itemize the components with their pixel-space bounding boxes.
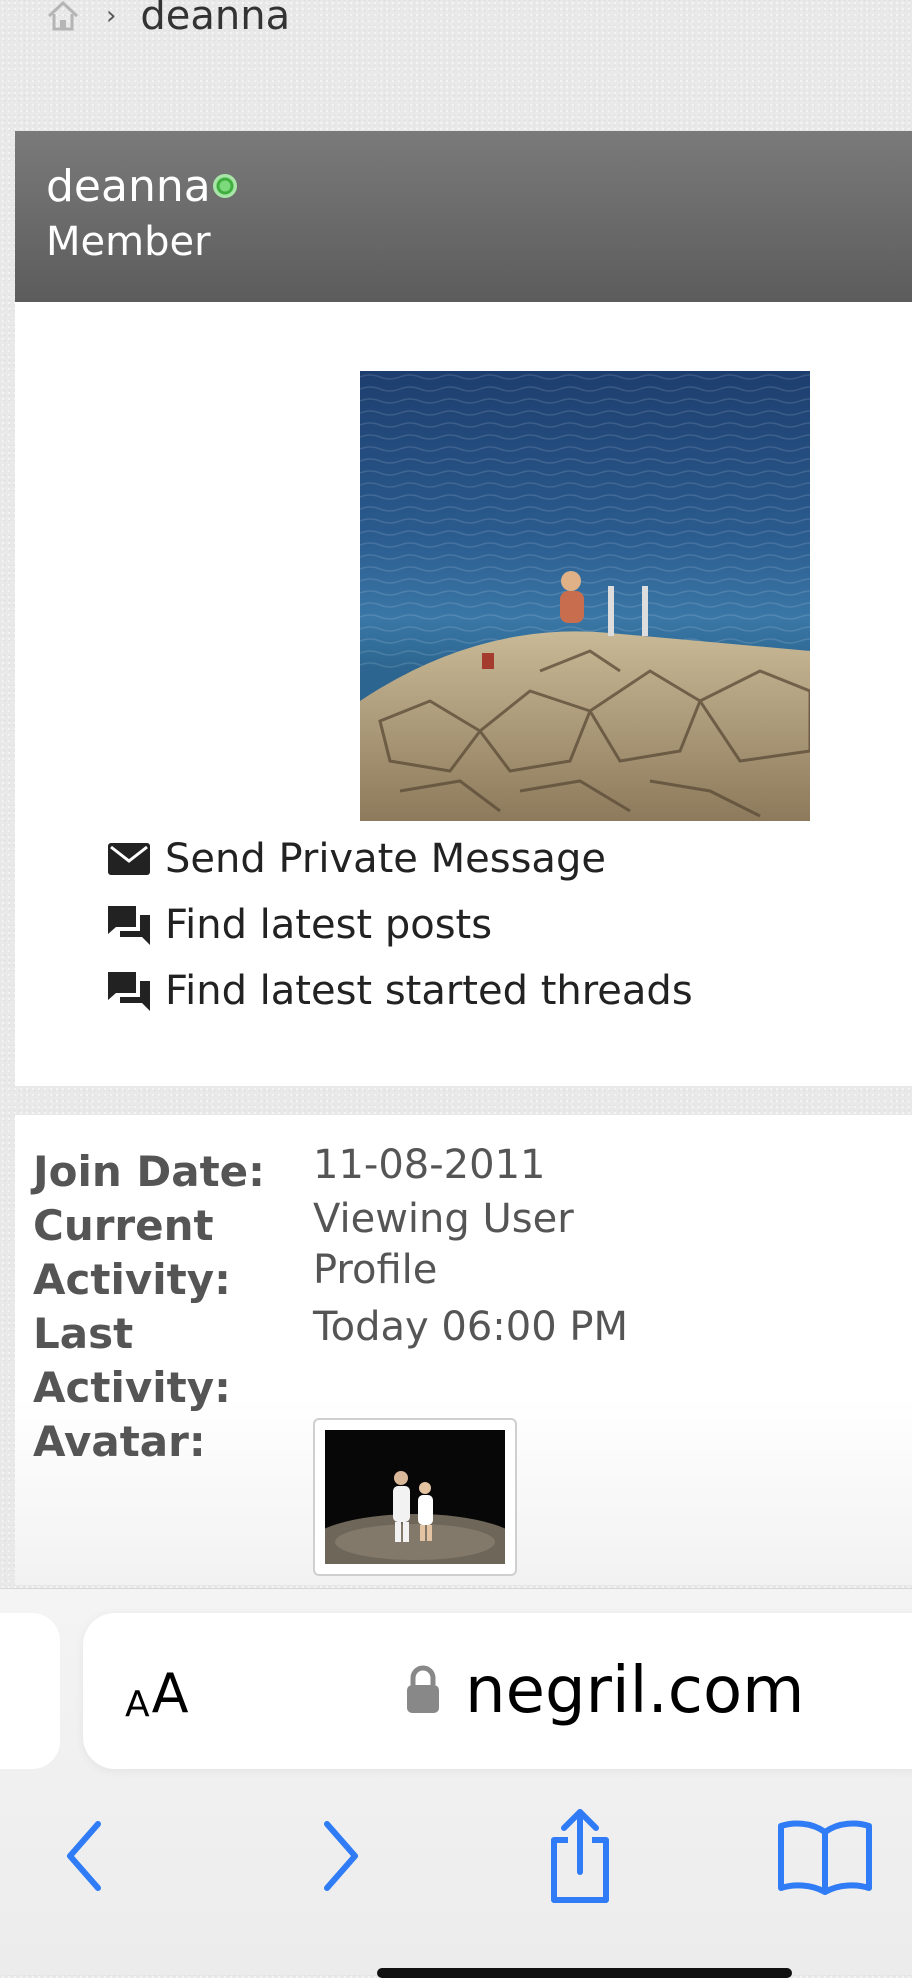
home-indicator: [377, 1968, 792, 1978]
breadcrumb-current: deanna: [140, 0, 291, 39]
profile-info-section: Join Date: 11-08-2011 Current Activity: …: [15, 1115, 912, 1585]
home-icon[interactable]: [44, 0, 82, 35]
avatar-image: [325, 1430, 505, 1564]
find-latest-threads-link[interactable]: Find latest started threads: [105, 958, 693, 1024]
breadcrumb-separator: ›: [106, 1, 117, 31]
lock-icon: [407, 1665, 439, 1713]
profile-usertitle: Member: [46, 219, 211, 265]
book-icon: [778, 1820, 872, 1895]
share-button[interactable]: [525, 1801, 635, 1911]
current-activity-label-line2: Activity:: [33, 1255, 231, 1304]
find-latest-posts-link[interactable]: Find latest posts: [105, 892, 693, 958]
join-date-value: 11-08-2011: [313, 1142, 546, 1188]
profile-username: deanna: [46, 161, 211, 212]
browser-toolbar: A A negril.com: [0, 1588, 912, 1975]
last-activity-label-line2: Activity:: [33, 1363, 231, 1412]
forward-button[interactable]: [285, 1801, 395, 1911]
join-date-label: Join Date:: [33, 1147, 265, 1196]
chat-bubbles-icon: [108, 906, 150, 945]
share-icon: [551, 1809, 609, 1903]
find-latest-posts-label: Find latest posts: [165, 902, 493, 948]
send-private-message-label: Send Private Message: [165, 836, 606, 882]
bookmarks-button[interactable]: [770, 1801, 880, 1911]
avatar-label: Avatar:: [33, 1417, 206, 1466]
previous-tab-preview[interactable]: [0, 1613, 60, 1769]
profile-actions: Send Private Message Find latest posts F…: [105, 826, 693, 1024]
profile-photo[interactable]: [360, 371, 810, 821]
last-activity-value: Today 06:00 PM: [313, 1304, 629, 1350]
chat-bubbles-icon: [108, 972, 150, 1011]
current-activity-value-line2: Profile: [313, 1247, 438, 1293]
text-size-small-a: A: [125, 1684, 150, 1725]
online-status-icon: [213, 174, 237, 198]
last-activity-label-line1: Last: [33, 1309, 134, 1358]
send-private-message-link[interactable]: Send Private Message: [105, 826, 693, 892]
profile-card: deanna Member Send Private Message Find …: [15, 131, 912, 1086]
avatar[interactable]: [313, 1418, 517, 1576]
chevron-left-icon: [67, 1821, 101, 1891]
chevron-right-icon: [324, 1821, 358, 1891]
profile-header: deanna Member: [15, 131, 912, 302]
text-size-big-a: A: [151, 1662, 189, 1725]
text-size-button[interactable]: A A: [125, 1655, 189, 1725]
envelope-icon: [108, 843, 150, 875]
find-latest-threads-label: Find latest started threads: [165, 968, 693, 1014]
back-button[interactable]: [30, 1801, 140, 1911]
current-activity-label-line1: Current: [33, 1201, 214, 1250]
url-domain: negril.com: [465, 1654, 805, 1728]
breadcrumb: › deanna: [44, 0, 290, 44]
address-bar[interactable]: A A negril.com: [83, 1613, 912, 1769]
current-activity-value-line1: Viewing User: [313, 1196, 574, 1242]
browser-nav-row: [0, 1801, 912, 1921]
